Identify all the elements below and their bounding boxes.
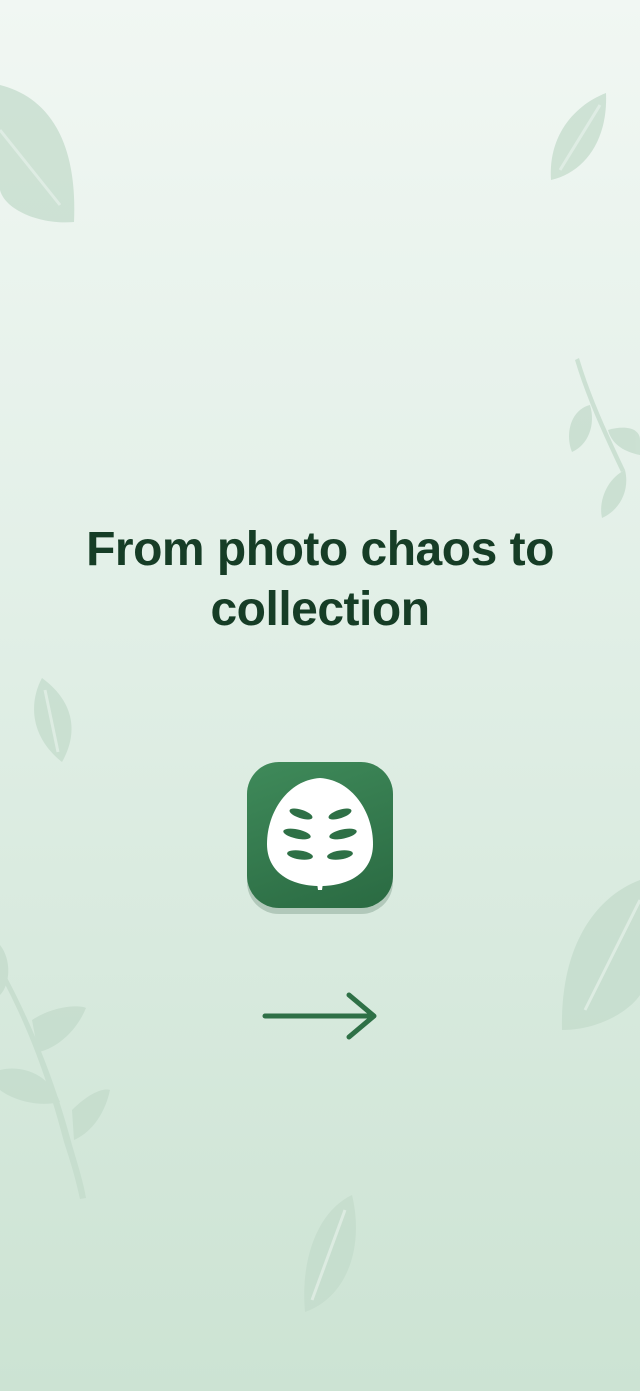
- app-logo-icon: [247, 762, 393, 908]
- leaf-icon: [267, 778, 373, 890]
- leaf-decoration: [569, 405, 592, 452]
- next-button[interactable]: [250, 980, 390, 1052]
- arrow-right-icon: [262, 992, 377, 1040]
- background-leaves-decoration: [0, 85, 640, 1312]
- leaf-decoration: [561, 880, 640, 1030]
- leaf-decoration: [32, 1006, 86, 1052]
- leaf-decoration: [0, 85, 75, 223]
- leaf-decoration: [601, 470, 627, 518]
- leaf-decoration: [72, 1089, 110, 1140]
- onboarding-headline: From photo chaos to collection: [86, 523, 554, 636]
